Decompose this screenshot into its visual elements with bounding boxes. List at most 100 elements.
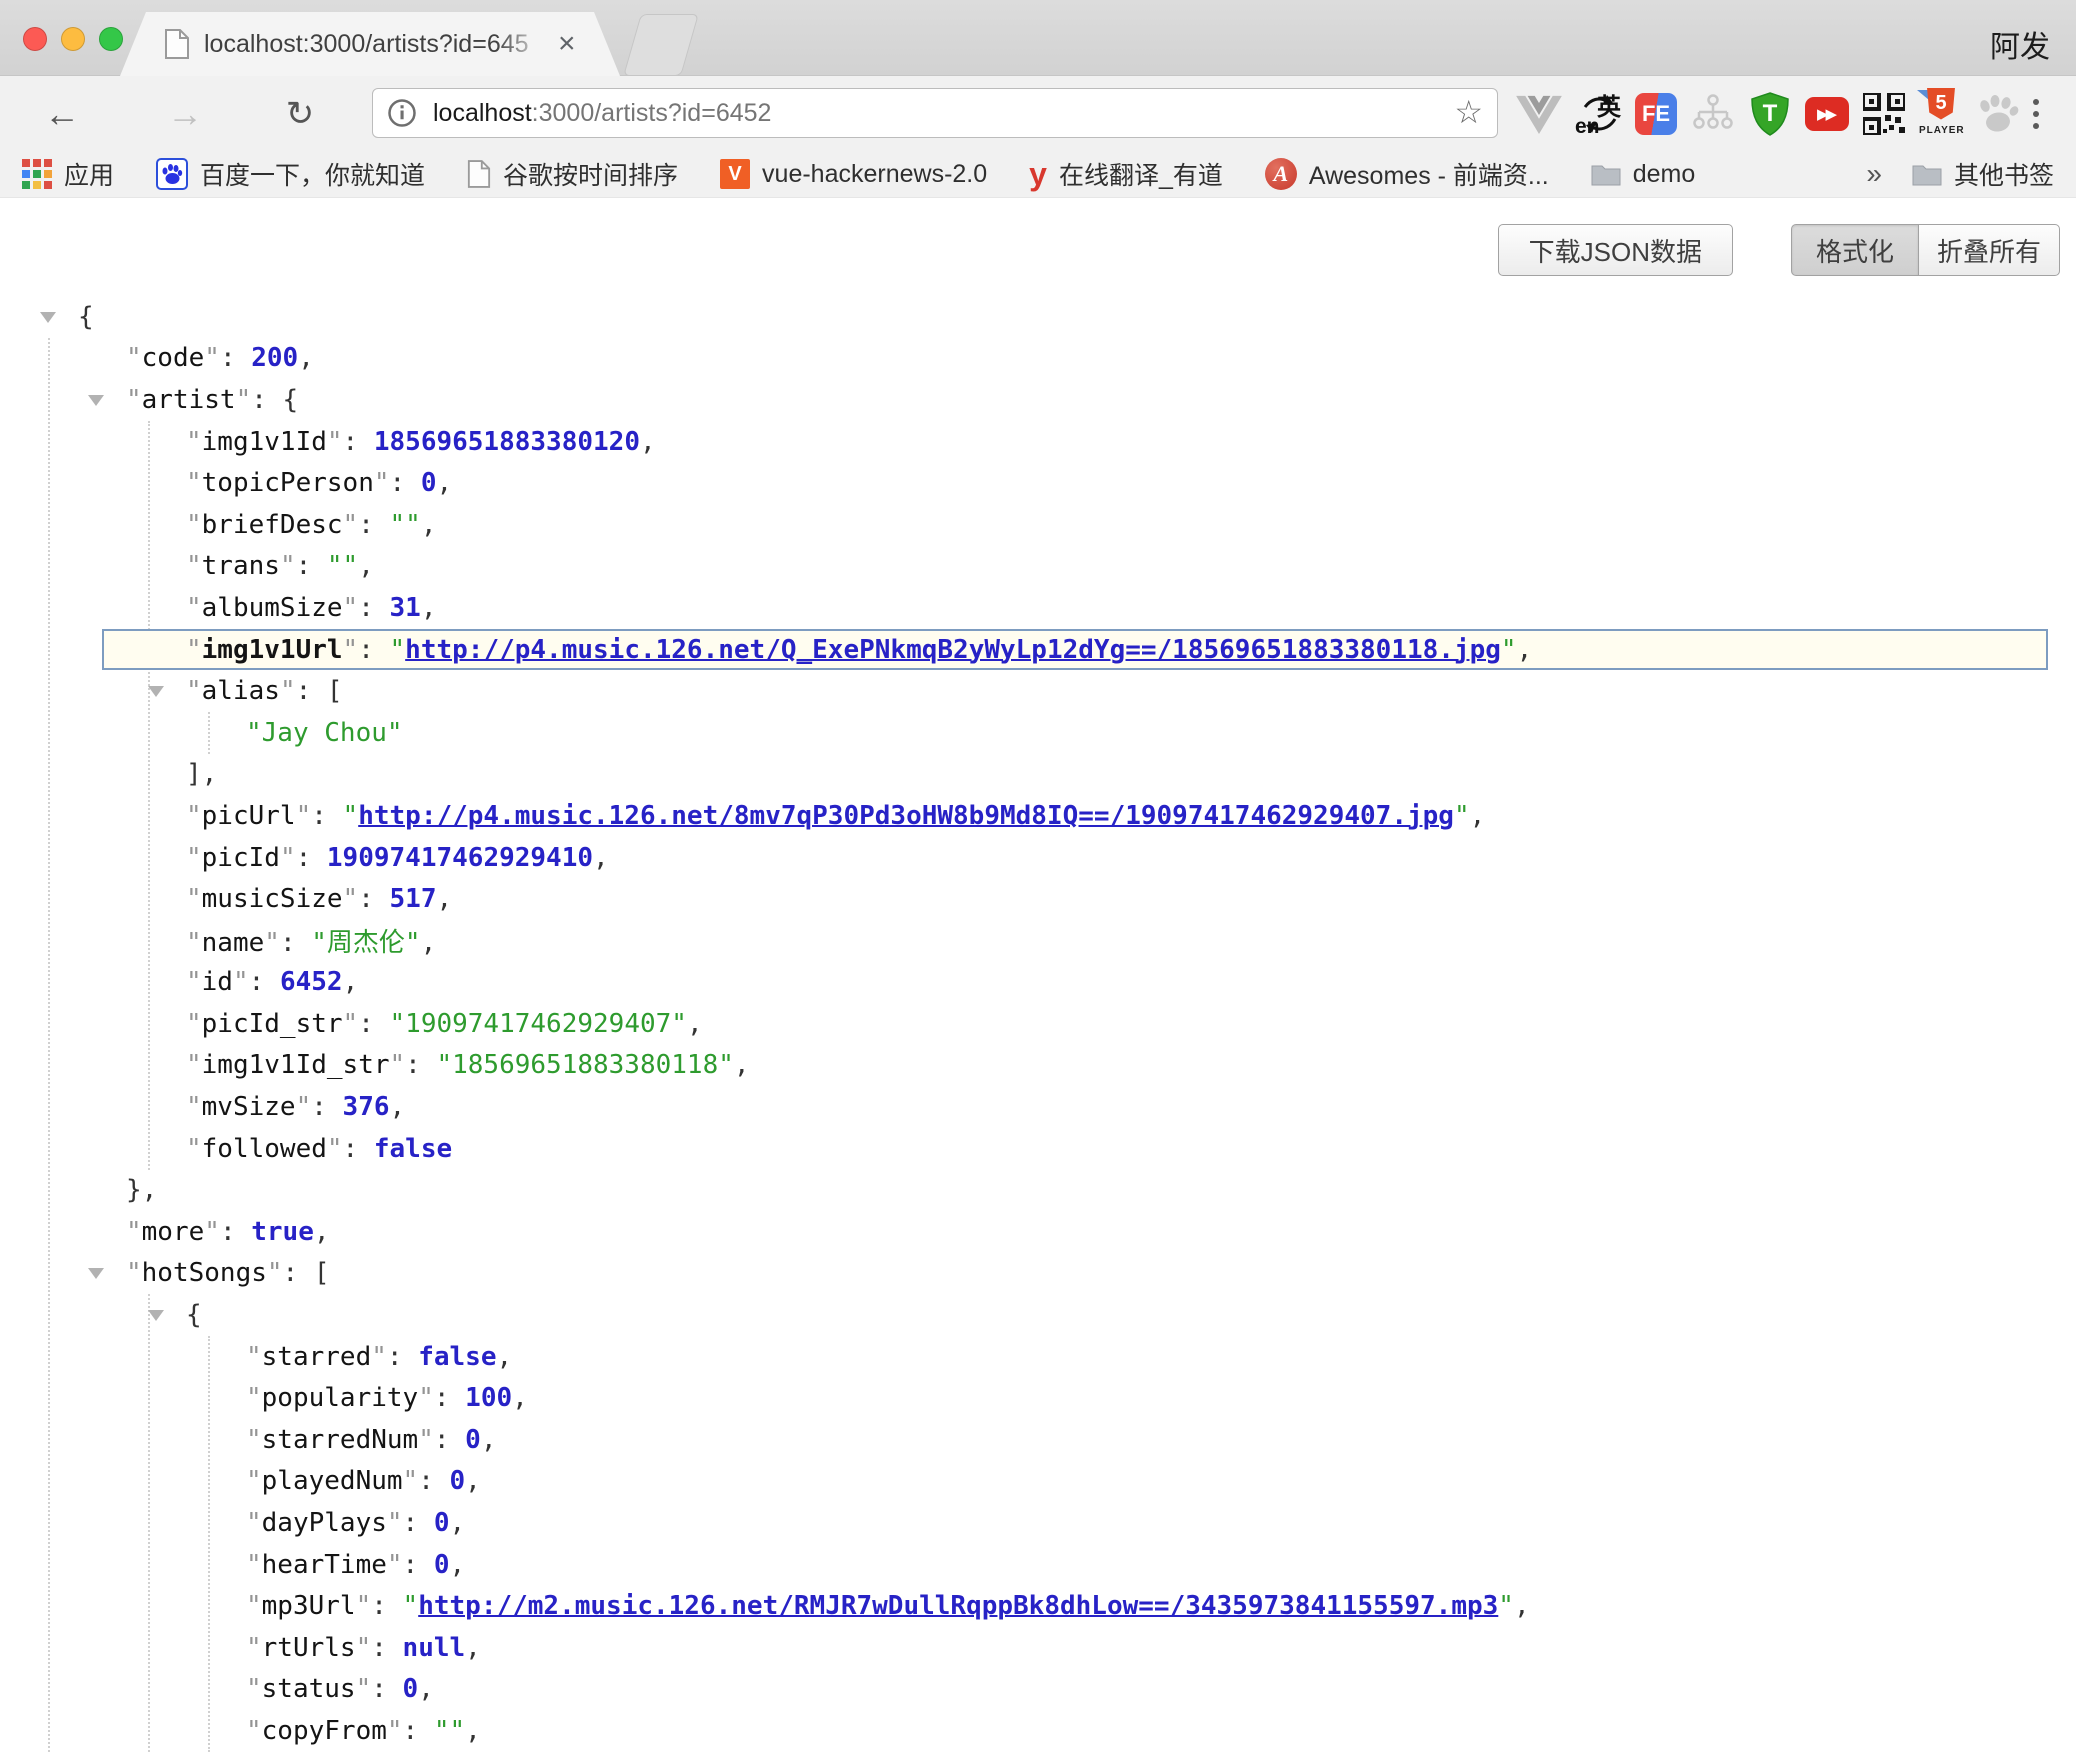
- json-punct: :: [387, 1342, 418, 1372]
- window-close-button[interactable]: [23, 27, 47, 51]
- url-text[interactable]: localhost:3000/artists?id=6452: [433, 99, 771, 128]
- json-punct: :: [358, 593, 389, 623]
- json-url-link[interactable]: http://p4.music.126.net/8mv7qP30Pd3oHW8b…: [358, 801, 1454, 831]
- download-json-button[interactable]: 下载JSON数据: [1498, 224, 1733, 276]
- json-quote: ": [233, 967, 249, 997]
- back-button[interactable]: ←: [34, 76, 90, 151]
- json-punct: :: [311, 801, 342, 831]
- tab-close-icon[interactable]: ×: [558, 29, 576, 59]
- json-quote: ": [403, 1591, 419, 1621]
- json-quote: ": [403, 1466, 419, 1496]
- json-number: 100: [465, 1383, 512, 1413]
- json-quote: ": [246, 1508, 262, 1538]
- json-quote: ": [1501, 635, 1517, 665]
- bookmark-apps[interactable]: 应用: [22, 156, 114, 192]
- window-minimize-button[interactable]: [61, 27, 85, 51]
- json-punct: :: [418, 1466, 449, 1496]
- json-quote: ": [356, 1674, 372, 1704]
- json-quote: ": [296, 1092, 312, 1122]
- json-tree: {"code": 200,"artist": {"img1v1Id": 1856…: [0, 296, 2076, 1752]
- json-url-link[interactable]: http://m2.music.126.net/RMJR7wDullRqppBk…: [418, 1591, 1498, 1621]
- sitemap-extension-icon[interactable]: [1691, 76, 1735, 151]
- json-key: picId_str: [202, 1009, 343, 1039]
- json-punct: :: [403, 1508, 434, 1538]
- bookmarks-overflow-chevron[interactable]: »: [1866, 158, 1882, 190]
- json-keyword: false: [374, 1134, 452, 1164]
- json-quote: ": [246, 1633, 262, 1663]
- json-quote: ": [204, 1217, 220, 1247]
- json-punct: ,: [436, 468, 452, 498]
- bookmark-awesomes[interactable]: A Awesomes - 前端资...: [1265, 156, 1549, 192]
- json-line: "picUrl": "http://p4.music.126.net/8mv7q…: [0, 795, 2076, 837]
- other-bookmarks-folder[interactable]: 其他书签: [1912, 156, 2054, 192]
- active-tab[interactable]: localhost:3000/artists?id=645 ×: [120, 12, 620, 76]
- bookmark-demo-folder[interactable]: demo: [1591, 160, 1696, 189]
- json-quote: ": [387, 1508, 403, 1538]
- json-punct: ,: [465, 1716, 481, 1746]
- h5-label: 5: [1927, 88, 1955, 120]
- json-punct: ,: [734, 1050, 750, 1080]
- window-zoom-button[interactable]: [99, 27, 123, 51]
- json-line: "playedNum": 0,: [0, 1461, 2076, 1503]
- json-punct: ,: [421, 928, 437, 958]
- bookmark-baidu[interactable]: 百度一下，你就知道: [156, 156, 425, 192]
- json-line: "name": "周杰伦",: [0, 920, 2076, 962]
- translate-extension-icon[interactable]: 英 en: [1577, 76, 1621, 151]
- profile-name[interactable]: 阿发: [1990, 22, 2050, 66]
- json-line: "copyFrom": "",: [0, 1710, 2076, 1752]
- html5-player-extension-icon[interactable]: 5 PLAYER: [1919, 76, 1963, 151]
- json-quote: ": [387, 1716, 403, 1746]
- new-tab-button[interactable]: [623, 14, 699, 76]
- json-quote: ": [356, 1633, 372, 1663]
- tab-title: localhost:3000/artists?id=645: [204, 30, 556, 59]
- bookmark-google-sort[interactable]: 谷歌按时间排序: [467, 156, 678, 192]
- collapse-all-button[interactable]: 折叠所有: [1918, 224, 2060, 276]
- json-key: img1v1Url: [202, 635, 343, 665]
- address-bar[interactable]: localhost:3000/artists?id=6452 ☆: [372, 88, 1498, 138]
- reload-button[interactable]: ↻: [272, 76, 328, 151]
- json-key: dayPlays: [262, 1508, 387, 1538]
- fast-forward-glyph: ▶▶: [1805, 97, 1849, 131]
- json-quote: ": [264, 928, 280, 958]
- json-line: "more": true,: [0, 1211, 2076, 1253]
- json-quote: ": [387, 1550, 403, 1580]
- json-punct: },: [126, 1175, 157, 1205]
- json-punct: ,: [450, 1508, 466, 1538]
- bookmark-star-icon[interactable]: ☆: [1454, 93, 1483, 131]
- site-info-icon[interactable]: [387, 98, 417, 128]
- json-quote: ": [246, 1466, 262, 1496]
- video-fast-forward-extension-icon[interactable]: ▶▶: [1805, 76, 1849, 151]
- json-quote: ": [296, 801, 312, 831]
- json-line: "briefDesc": "",: [0, 504, 2076, 546]
- json-url-link[interactable]: http://p4.music.126.net/Q_ExePNkmqB2yWyL…: [405, 635, 1501, 665]
- bookmark-vue-hackernews[interactable]: V vue-hackernews-2.0: [720, 159, 987, 189]
- browser-window: localhost:3000/artists?id=645 × 阿发 ← → ↻…: [0, 0, 2076, 1754]
- bookmark-label: 谷歌按时间排序: [503, 156, 678, 192]
- json-quote: ": [186, 468, 202, 498]
- json-line: "img1v1Url": "http://p4.music.126.net/Q_…: [0, 629, 2076, 671]
- json-quote: ": [246, 1591, 262, 1621]
- browser-menu-button[interactable]: [2016, 76, 2056, 151]
- json-line: "mvSize": 376,: [0, 1086, 2076, 1128]
- json-punct: ,: [390, 1092, 406, 1122]
- bookmark-youdao[interactable]: y 在线翻译_有道: [1029, 156, 1223, 192]
- json-key: alias: [202, 676, 280, 706]
- json-line: ],: [0, 754, 2076, 796]
- json-punct: ,: [314, 1217, 330, 1247]
- json-punct: ,: [1517, 635, 1533, 665]
- json-punct: ,: [1470, 801, 1486, 831]
- bookmark-label: demo: [1633, 160, 1696, 189]
- json-punct: ,: [593, 843, 609, 873]
- vue-devtools-icon[interactable]: [1514, 76, 1564, 151]
- folder-icon: [1912, 162, 1942, 186]
- format-button[interactable]: 格式化: [1791, 224, 1919, 276]
- qr-code-extension-icon[interactable]: [1862, 76, 1906, 151]
- json-quote: ": [343, 1009, 359, 1039]
- fe-helper-extension-icon[interactable]: FE: [1634, 76, 1678, 151]
- json-quote: ": [186, 635, 202, 665]
- json-punct: :: [358, 635, 389, 665]
- json-quote: ": [186, 593, 202, 623]
- json-quote: ": [126, 1258, 142, 1288]
- tampermonkey-shield-extension-icon[interactable]: T: [1748, 76, 1792, 151]
- paw-extension-icon[interactable]: [1976, 76, 2020, 151]
